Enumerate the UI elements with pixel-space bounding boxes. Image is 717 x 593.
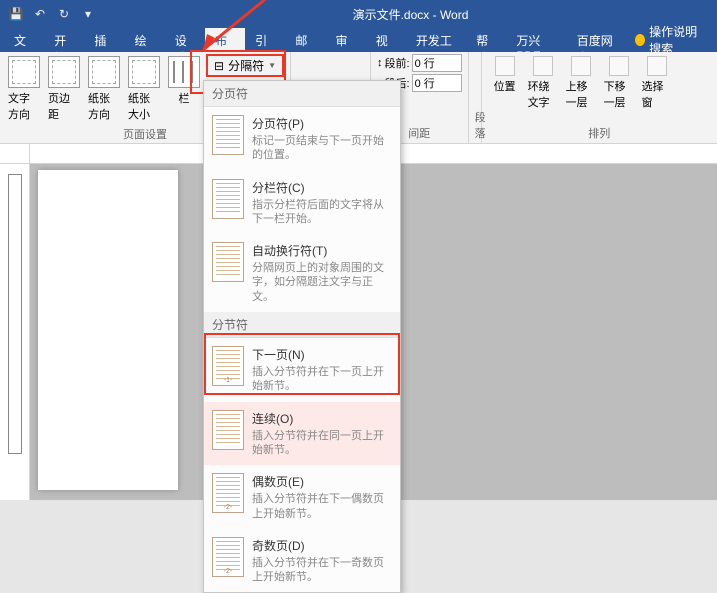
vertical-ruler[interactable] <box>0 164 30 500</box>
send-backward-icon <box>609 56 629 76</box>
columns-icon <box>168 56 200 88</box>
window-title: 演示文件.docx - Word <box>104 6 717 23</box>
ribbon-tabs: 文件 开始 插入 绘图 设计 布局 引用 邮件 审阅 视图 开发工具 帮助 万兴… <box>0 28 717 52</box>
tab-wanxing[interactable]: 万兴PDF <box>506 28 566 52</box>
save-icon[interactable]: 💾 <box>8 6 24 22</box>
bring-forward-icon <box>571 56 591 76</box>
column-break-icon <box>212 179 244 219</box>
selection-icon <box>647 56 667 76</box>
text-direction-icon <box>8 56 40 88</box>
tab-view[interactable]: 视图 <box>366 28 406 52</box>
position-button[interactable]: 位置 <box>488 54 522 123</box>
columns-button[interactable]: 栏 <box>166 54 202 124</box>
text-wrap-break-icon <box>212 242 244 282</box>
bulb-icon <box>635 34 645 46</box>
group-paragraph: 段落 <box>469 52 482 143</box>
paper-size-icon <box>128 56 160 88</box>
tab-layout[interactable]: 布局 <box>205 28 245 52</box>
page-break-item[interactable]: 分页符(P)标记一页结束与下一页开始的位置。 <box>204 107 400 171</box>
wrap-text-button[interactable]: 环绕文字 <box>526 54 560 123</box>
continuous-icon <box>212 410 244 450</box>
breaks-button[interactable]: ⊟ 分隔符 ▼ <box>206 54 284 77</box>
selection-pane-button[interactable]: 选择窗 <box>640 54 674 123</box>
text-wrap-break-item[interactable]: 自动换行符(T)分隔网页上的对象周围的文字，如分隔题注文字与正文。 <box>204 234 400 312</box>
position-icon <box>495 56 515 76</box>
group-label-arrange: 排列 <box>488 123 711 143</box>
tab-file[interactable]: 文件 <box>4 28 44 52</box>
bring-forward-button[interactable]: 上移一层 <box>564 54 598 123</box>
undo-icon[interactable]: ↶ <box>32 6 48 22</box>
odd-page-icon <box>212 537 244 577</box>
chevron-down-icon: ▼ <box>268 61 276 70</box>
spacing-before-input[interactable]: 0 行 <box>412 54 462 72</box>
margins-icon <box>48 56 80 88</box>
arrow-up-icon: ↕ <box>377 57 383 69</box>
spacing-after-input[interactable]: 0 行 <box>412 74 462 92</box>
tab-design[interactable]: 设计 <box>165 28 205 52</box>
breaks-icon: ⊟ <box>214 59 224 73</box>
breaks-dropdown: 分页符 分页符(P)标记一页结束与下一页开始的位置。 分栏符(C)指示分栏符后面… <box>203 80 401 593</box>
tell-me-search[interactable]: 操作说明搜索 <box>627 28 717 52</box>
page-break-icon <box>212 115 244 155</box>
continuous-section-item[interactable]: 连续(O)插入分节符并在同一页上开始新节。 <box>204 402 400 466</box>
section-breaks-header: 分节符 <box>204 312 400 338</box>
tab-insert[interactable]: 插入 <box>84 28 124 52</box>
column-break-item[interactable]: 分栏符(C)指示分栏符后面的文字将从下一栏开始。 <box>204 171 400 235</box>
tab-references[interactable]: 引用 <box>245 28 285 52</box>
text-direction-button[interactable]: 文字方向 <box>6 54 42 124</box>
tab-home[interactable]: 开始 <box>44 28 84 52</box>
tab-draw[interactable]: 绘图 <box>125 28 165 52</box>
document-page[interactable] <box>38 170 178 490</box>
tab-developer[interactable]: 开发工具 <box>406 28 466 52</box>
paper-size-button[interactable]: 纸张大小 <box>126 54 162 124</box>
tab-review[interactable]: 审阅 <box>326 28 366 52</box>
next-page-section-item[interactable]: 下一页(N)插入分节符并在下一页上开始新节。 <box>204 338 400 402</box>
tab-help[interactable]: 帮助 <box>466 28 506 52</box>
wrap-icon <box>533 56 553 76</box>
orientation-icon <box>88 56 120 88</box>
title-bar: 💾 ↶ ↻ ▾ 演示文件.docx - Word <box>0 0 717 28</box>
quick-access-toolbar: 💾 ↶ ↻ ▾ <box>0 6 104 22</box>
orientation-button[interactable]: 纸张方向 <box>86 54 122 124</box>
margins-button[interactable]: 页边距 <box>46 54 82 124</box>
ruler-corner <box>0 144 30 163</box>
page-breaks-header: 分页符 <box>204 81 400 107</box>
odd-page-section-item[interactable]: 奇数页(D)插入分节符并在下一奇数页上开始新节。 <box>204 529 400 593</box>
next-page-icon <box>212 346 244 386</box>
send-backward-button[interactable]: 下移一层 <box>602 54 636 123</box>
redo-icon[interactable]: ↻ <box>56 6 72 22</box>
even-page-section-item[interactable]: 偶数页(E)插入分节符并在下一偶数页上开始新节。 <box>204 465 400 529</box>
tab-baidu[interactable]: 百度网盘 <box>567 28 627 52</box>
group-arrange: 位置 环绕文字 上移一层 下移一层 选择窗 排列 <box>482 52 717 143</box>
even-page-icon <box>212 473 244 513</box>
tab-mailings[interactable]: 邮件 <box>285 28 325 52</box>
qat-customize-icon[interactable]: ▾ <box>80 6 96 22</box>
